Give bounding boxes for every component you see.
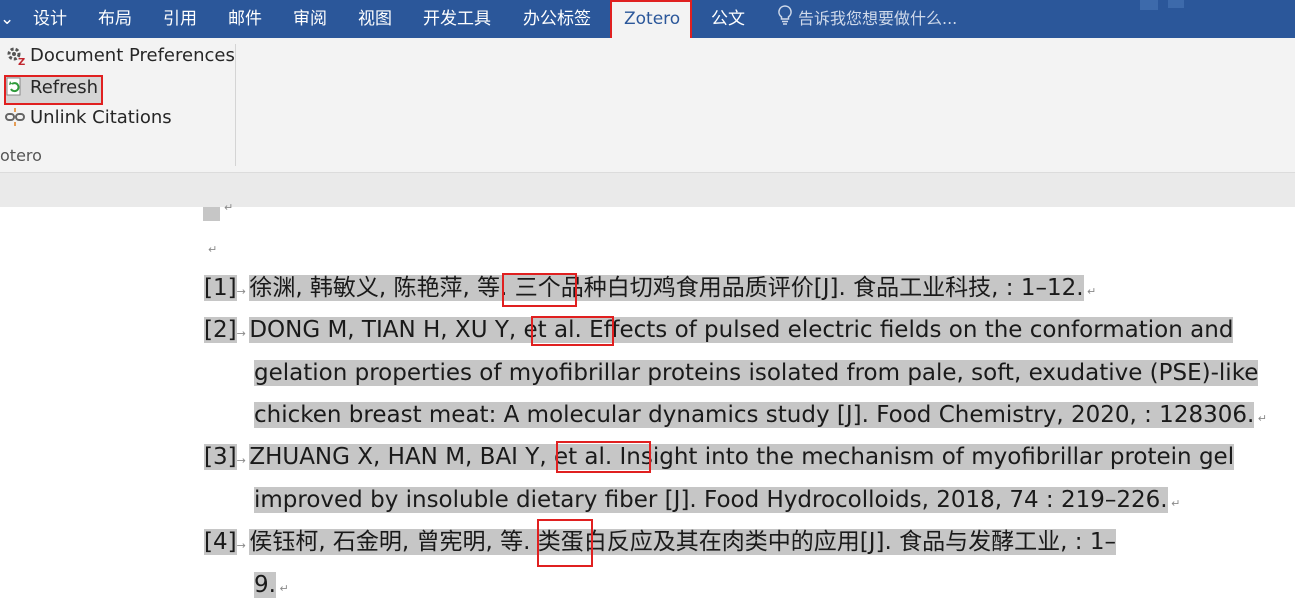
reference-4-continuation[interactable]: 9. ↵ <box>254 568 289 602</box>
document-preferences-label: Document Preferences <box>30 45 235 66</box>
ribbon-group-label: otero <box>0 146 42 165</box>
zotero-ribbon-panel: Z Document Preferences Refresh Unlink Ci… <box>0 38 1295 172</box>
reference-2-line-1: DONG M, TIAN H, XU Y, et al. Effects of … <box>249 317 1234 343</box>
citation-et-al-highlight <box>531 316 614 346</box>
selected-paragraph-mark <box>203 207 220 221</box>
lightbulb-icon <box>778 1 792 39</box>
reference-4[interactable]: [4]→ 侯钰柯, 石金明, 曾宪明, 等. 类蛋白反应及其在肉类中的应用[J]… <box>204 525 1116 559</box>
ribbon-group-divider <box>235 44 236 166</box>
refresh-icon <box>4 76 26 98</box>
reference-number: [2] <box>204 317 237 343</box>
tab-design[interactable]: 设计 <box>33 0 67 38</box>
broken-link-icon <box>4 106 26 128</box>
tab-office-tab[interactable]: 办公标签 <box>523 0 591 38</box>
reference-4-line-1: 侯钰柯, 石金明, 曾宪明, 等. 类蛋白反应及其在肉类中的应用[J]. 食品与… <box>249 529 1116 555</box>
refresh-label: Refresh <box>30 77 98 98</box>
reference-2[interactable]: [2]→ DONG M, TIAN H, XU Y, et al. Effect… <box>204 313 1234 347</box>
window-decor <box>1140 0 1158 10</box>
tab-overflow-arrow[interactable]: ⌄ <box>0 0 14 38</box>
reference-3[interactable]: [3]→ ZHUANG X, HAN M, BAI Y, et al. Insi… <box>204 440 1235 474</box>
citation-et-al-highlight <box>556 441 651 473</box>
reference-number: [1] <box>204 275 237 301</box>
unlink-citations-label: Unlink Citations <box>30 107 172 128</box>
reference-4-line-2: 9. <box>254 572 276 598</box>
ruler-strip <box>0 172 1295 208</box>
reference-1-line-1: 徐渊, 韩敏义, 陈艳萍, 等. 三个品种白切鸡食用品质评价[J]. 食品工业科… <box>249 275 1084 301</box>
reference-3-line-1: ZHUANG X, HAN M, BAI Y, et al. Insight i… <box>249 444 1235 470</box>
citation-et-al-highlight <box>502 273 577 307</box>
tell-me-text: 告诉我您想要做什么... <box>798 9 958 28</box>
reference-2-continuation[interactable]: chicken breast meat: A molecular dynamic… <box>254 398 1267 432</box>
reference-3-continuation[interactable]: improved by insoluble dietary fiber [J].… <box>254 483 1180 517</box>
zotero-tab-highlight-box <box>610 0 692 40</box>
tab-mailings[interactable]: 邮件 <box>228 0 262 38</box>
ribbon-tab-bar: ⌄ 设计 布局 引用 邮件 审阅 视图 开发工具 办公标签 Zotero 公文 … <box>0 0 1295 40</box>
unlink-citations-button[interactable]: Unlink Citations <box>4 104 172 132</box>
document-preferences-button[interactable]: Z Document Preferences <box>4 42 235 70</box>
document-page[interactable]: ↵ ↵ [1]→ 徐渊, 韩敏义, 陈艳萍, 等. 三个品种白切鸡食用品质评价[… <box>0 201 1295 613</box>
reference-3-line-2: improved by insoluble dietary fiber [J].… <box>254 487 1168 513</box>
reference-number: [4] <box>204 529 237 555</box>
tell-me-box[interactable]: 告诉我您想要做什么... <box>778 0 957 38</box>
tab-official-doc[interactable]: 公文 <box>711 0 745 38</box>
citation-et-al-highlight <box>537 519 593 567</box>
reference-2-continuation[interactable]: gelation properties of myofibrillar prot… <box>254 356 1259 390</box>
tab-view[interactable]: 视图 <box>358 0 392 38</box>
window-decor <box>1168 0 1184 8</box>
reference-1[interactable]: [1]→ 徐渊, 韩敏义, 陈艳萍, 等. 三个品种白切鸡食用品质评价[J]. … <box>204 271 1096 305</box>
reference-2-line-3: chicken breast meat: A molecular dynamic… <box>254 402 1255 428</box>
tab-layout[interactable]: 布局 <box>98 0 132 38</box>
paragraph-mark: ↵ <box>224 201 234 214</box>
refresh-button[interactable]: Refresh <box>4 74 98 102</box>
reference-number: [3] <box>204 444 237 470</box>
paragraph-mark: ↵ <box>208 243 218 256</box>
tab-references[interactable]: 引用 <box>163 0 197 38</box>
svg-text:Z: Z <box>18 57 25 66</box>
tab-developer[interactable]: 开发工具 <box>423 0 491 38</box>
reference-2-line-2: gelation properties of myofibrillar prot… <box>254 360 1259 386</box>
tab-review[interactable]: 审阅 <box>293 0 327 38</box>
gear-z-icon: Z <box>4 44 26 68</box>
